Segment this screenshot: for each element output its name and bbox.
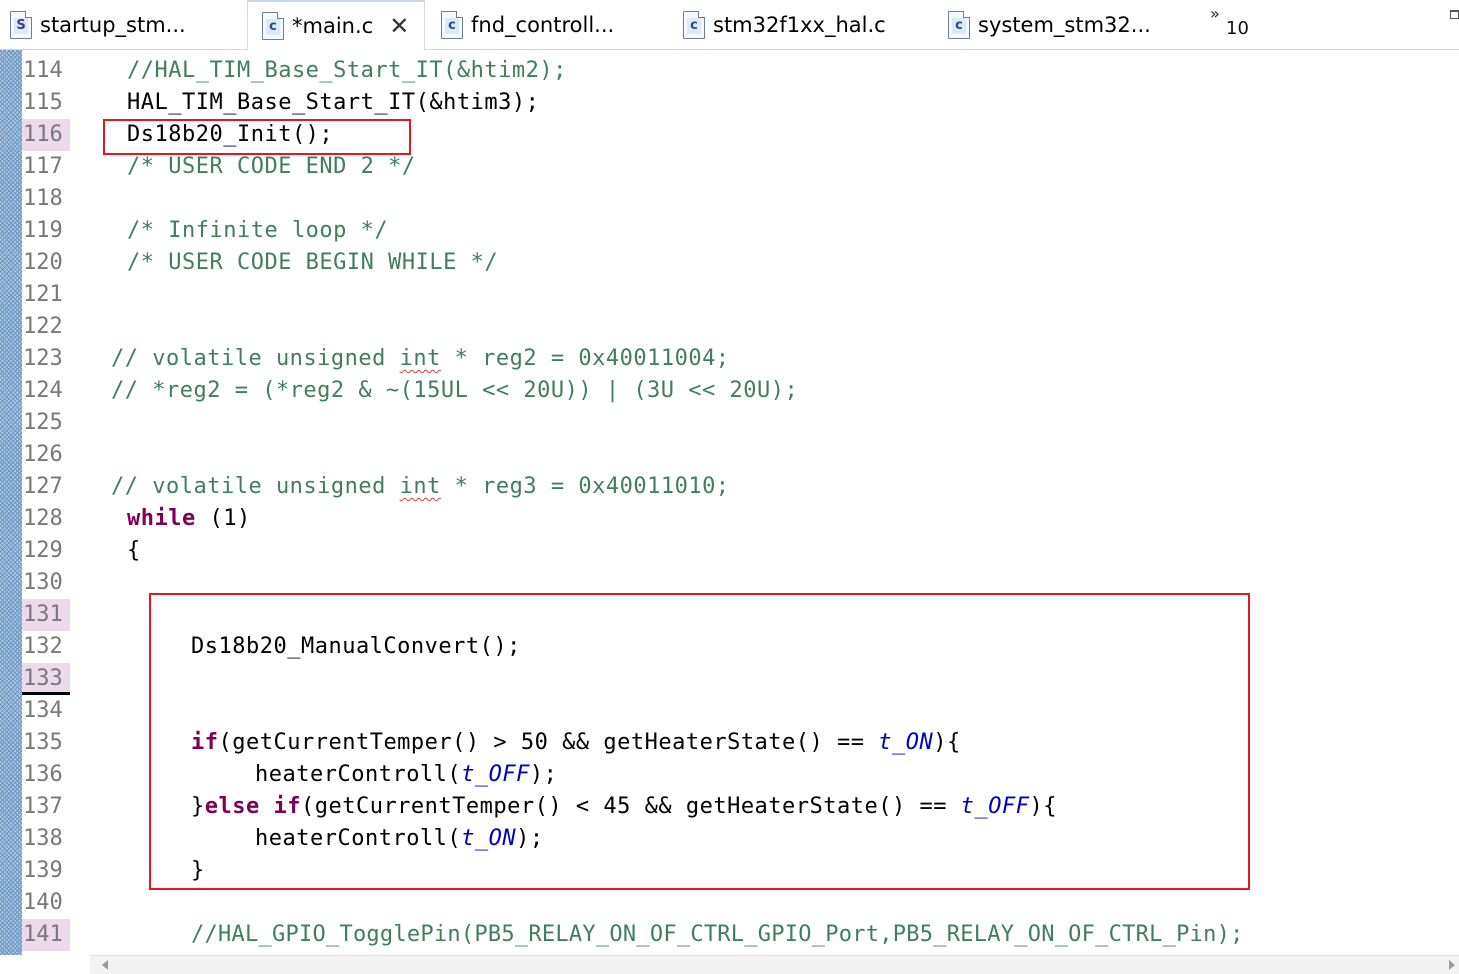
line-number: 140 [23, 890, 63, 915]
line-number: 119 [23, 218, 63, 243]
c-file-icon: c [683, 11, 705, 39]
code-line-127: // volatile unsigned int * reg3 = 0x4001… [111, 474, 730, 499]
code-line-129: { [127, 538, 141, 563]
line-number: 138 [23, 826, 63, 851]
line-number: 122 [23, 314, 63, 339]
code-line-137: }else if(getCurrentTemper() < 45 && getH… [191, 794, 1057, 819]
close-icon[interactable]: ✕ [389, 14, 409, 38]
code-line-115: HAL_TIM_Base_Start_IT(&htim3); [127, 90, 540, 115]
line-number: 137 [23, 794, 63, 819]
line-number: 130 [23, 570, 63, 595]
code-line-116: Ds18b20_Init(); [127, 122, 334, 147]
code-line-139: } [191, 858, 205, 883]
code-line-132: Ds18b20_ManualConvert(); [191, 634, 521, 659]
line-number: 134 [23, 698, 63, 723]
code-line-120: /* USER CODE BEGIN WHILE */ [127, 250, 499, 275]
line-number: 126 [23, 442, 63, 467]
scroll-right-icon[interactable] [1449, 960, 1455, 970]
line-number: 136 [23, 762, 63, 787]
code-editor[interactable]: 114 115 116 117 118 119 120 121 122 123 … [0, 50, 1459, 974]
line-number: 128 [23, 506, 63, 531]
tab-main-c[interactable]: c *main.c ✕ [247, 0, 425, 50]
code-line-141: //HAL_GPIO_TogglePin(PB5_RELAY_ON_OF_CTR… [191, 922, 1244, 947]
code-line-123: // volatile unsigned int * reg2 = 0x4001… [111, 346, 730, 371]
code-line-117: /* USER CODE END 2 */ [127, 154, 416, 179]
editor-tab-bar: S startup_stm... c *main.c ✕ c fnd_contr… [0, 0, 1459, 50]
code-line-128: while (1) [127, 506, 251, 531]
line-number: 118 [23, 186, 63, 211]
tab-label: system_stm32... [978, 13, 1151, 37]
c-file-icon: c [441, 11, 463, 39]
code-line-136: heaterControll(t_OFF); [255, 762, 558, 787]
horizontal-scrollbar[interactable] [90, 955, 1459, 974]
spelling-warning: int [399, 474, 441, 499]
line-number: 127 [23, 474, 63, 499]
line-number: 124 [23, 378, 63, 403]
maximize-icon[interactable] [1450, 10, 1459, 19]
line-number: 132 [23, 634, 63, 659]
line-number: 131 [22, 599, 70, 631]
chevron-overflow-icon[interactable]: » [1210, 4, 1220, 23]
scroll-left-icon[interactable] [102, 960, 108, 970]
tab-label: startup_stm... [40, 13, 186, 37]
tab-label: *main.c [292, 14, 374, 38]
change-ruler [0, 50, 22, 955]
asm-file-icon: S [10, 11, 32, 39]
line-number: 125 [23, 410, 63, 435]
spelling-warning: int [399, 346, 441, 371]
tab-label: stm32f1xx_hal.c [713, 13, 886, 37]
line-number: 135 [23, 730, 63, 755]
code-line-119: /* Infinite loop */ [127, 218, 389, 243]
tab-stm32f1xx-hal[interactable]: c stm32f1xx_hal.c [683, 0, 886, 50]
line-number: 115 [23, 90, 63, 115]
hidden-tab-count[interactable]: 10 [1226, 18, 1249, 39]
line-number: 117 [23, 154, 63, 179]
line-number: 120 [23, 250, 63, 275]
code-line-114: //HAL_TIM_Base_Start_IT(&htim2); [127, 58, 567, 83]
line-number: 139 [23, 858, 63, 883]
tab-startup-file[interactable]: S startup_stm... [10, 0, 186, 50]
line-number: 116 [22, 119, 70, 151]
tab-label: fnd_controll... [471, 13, 615, 37]
line-number: 121 [23, 282, 63, 307]
c-file-icon: c [948, 11, 970, 39]
line-number: 129 [23, 538, 63, 563]
tab-fnd-controller[interactable]: c fnd_controll... [441, 0, 614, 50]
code-line-138: heaterControll(t_ON); [255, 826, 544, 851]
line-number: 114 [23, 58, 63, 83]
line-number: 123 [23, 346, 63, 371]
tab-system-stm32[interactable]: c system_stm32... [948, 0, 1151, 50]
code-line-135: if(getCurrentTemper() > 50 && getHeaterS… [191, 730, 961, 755]
current-line-number: 133 [22, 663, 70, 695]
line-number: 141 [22, 919, 70, 951]
c-file-icon: c [262, 12, 284, 40]
code-line-124: // *reg2 = (*reg2 & ~(15UL << 20U)) | (3… [111, 378, 799, 403]
